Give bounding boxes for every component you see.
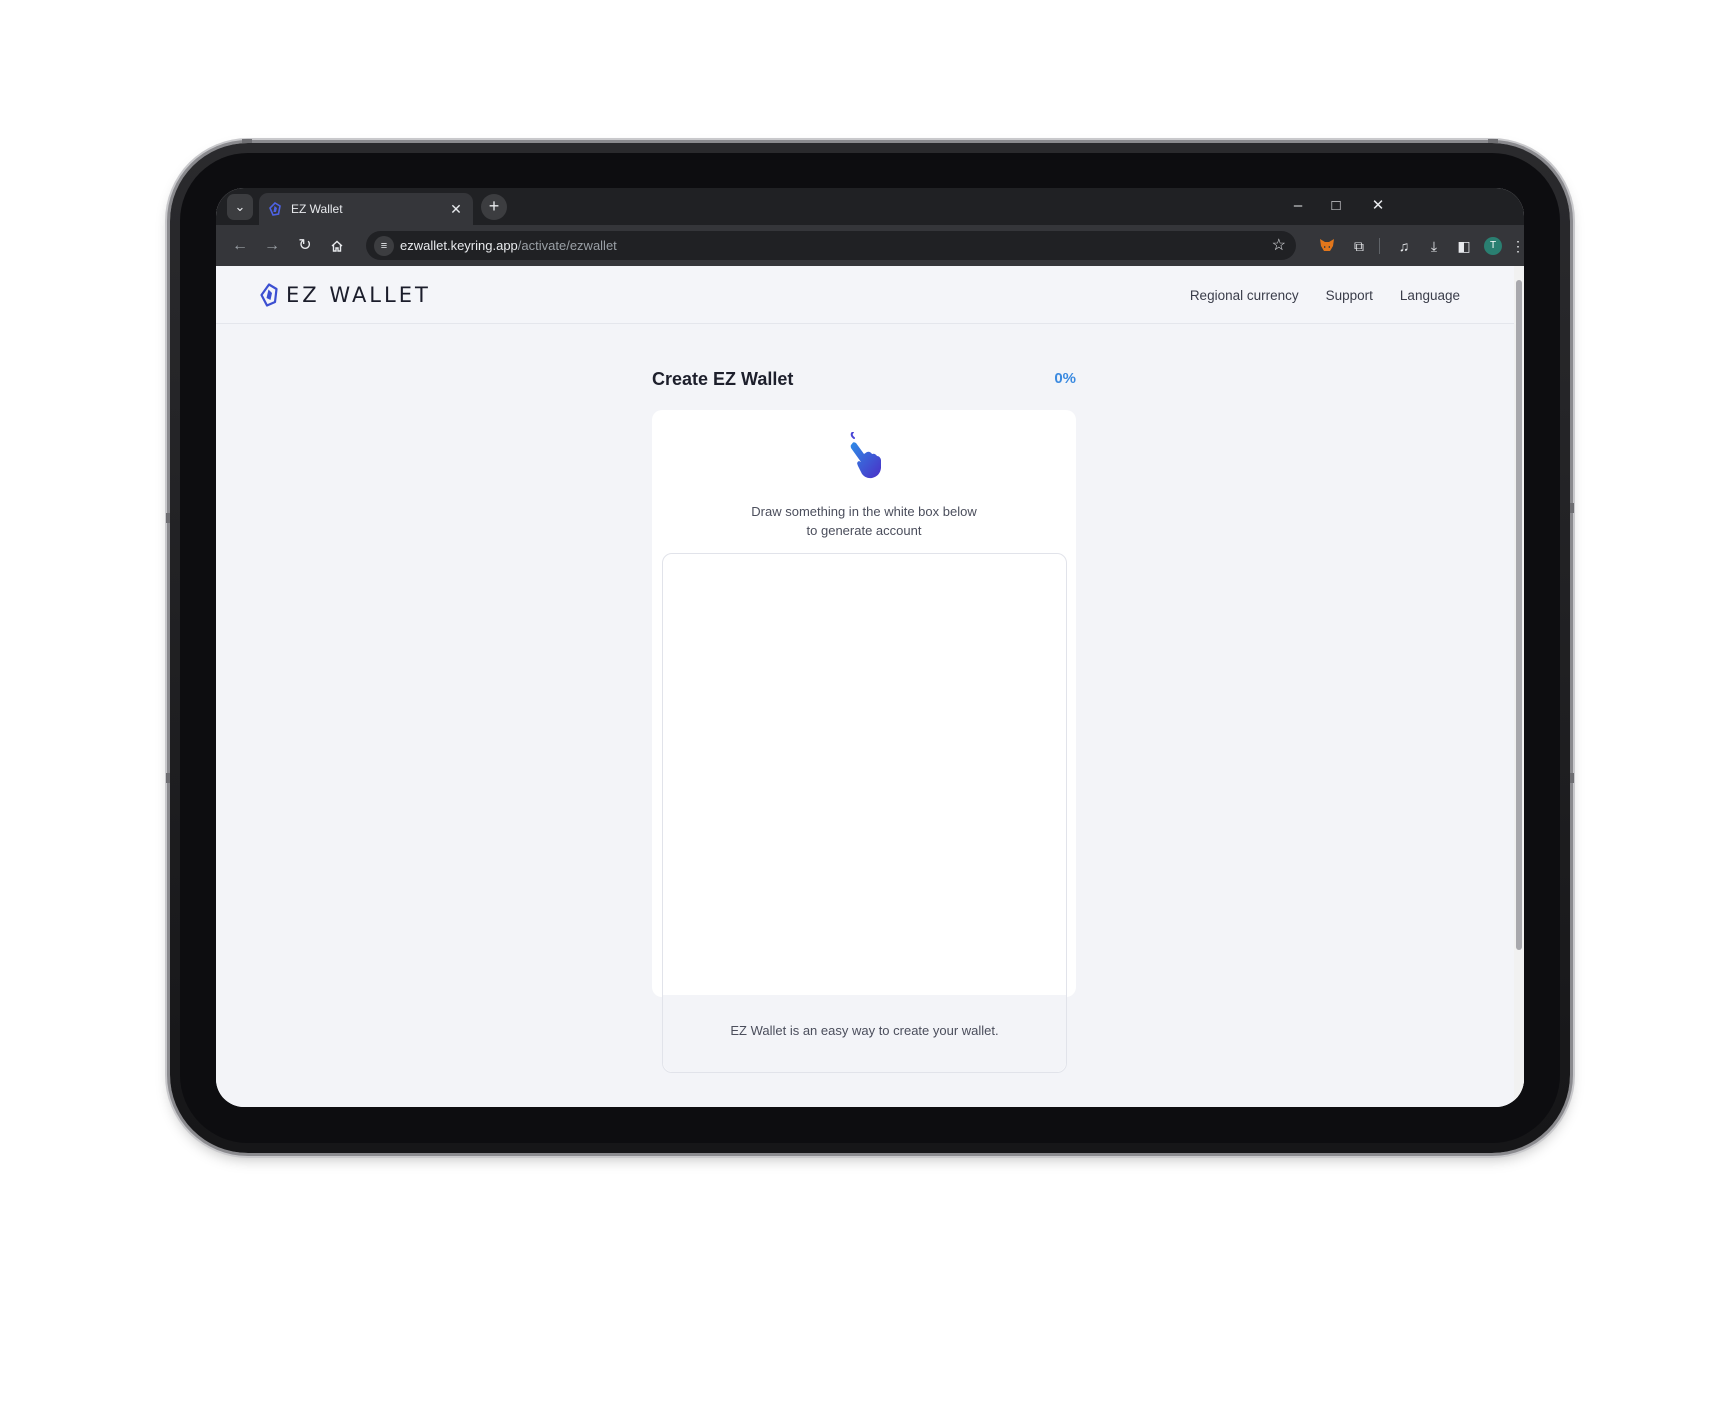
- maximize-button[interactable]: □: [1319, 193, 1353, 219]
- tablet-button: [166, 513, 170, 523]
- reload-icon: ↻: [298, 237, 312, 254]
- close-window-button[interactable]: ✕: [1361, 193, 1395, 219]
- site-header: EZ WALLET Regional currency Support Lang…: [216, 266, 1514, 324]
- regional-currency-link[interactable]: Regional currency: [1190, 288, 1299, 303]
- ez-wallet-logo[interactable]: EZ WALLET: [259, 283, 431, 307]
- more-vertical-icon: ⋮: [1511, 238, 1524, 254]
- home-button[interactable]: [324, 233, 350, 259]
- site-info-button[interactable]: ≡: [374, 236, 394, 256]
- tab-title: EZ Wallet: [291, 202, 343, 216]
- close-window-icon: ✕: [1371, 197, 1385, 214]
- drawing-area: EZ Wallet is an easy way to create your …: [662, 553, 1067, 1073]
- instruction-line-2: to generate account: [806, 523, 922, 538]
- browser-toolbar: ← → ↻ ≡ ezwallet.keyring.app/activate/ez…: [216, 225, 1524, 266]
- bookmark-star-icon[interactable]: ☆: [1272, 235, 1286, 255]
- queue-music-icon: ♫: [1398, 238, 1410, 254]
- create-wallet-card: Draw something in the white box below to…: [652, 410, 1076, 1073]
- address-bar[interactable]: ≡ ezwallet.keyring.app/activate/ezwallet…: [366, 231, 1296, 260]
- instruction-line-1: Draw something in the white box below: [751, 504, 977, 519]
- tablet-screen: ⌄ EZ Wallet ✕ + – □ ✕ ← → ↻ ≡ ezwallet.k…: [216, 188, 1524, 1107]
- arrow-right-icon: →: [264, 237, 280, 254]
- url-host: ezwallet.keyring.app: [400, 238, 518, 253]
- minimize-button[interactable]: –: [1281, 193, 1315, 219]
- forward-button[interactable]: →: [259, 233, 285, 259]
- url-text: ezwallet.keyring.app/activate/ezwallet: [400, 238, 617, 253]
- progress-percentage: 0%: [1054, 370, 1076, 387]
- close-icon[interactable]: ✕: [446, 201, 466, 218]
- side-panel-icon: ◧: [1457, 238, 1471, 254]
- metamask-extension-button[interactable]: [1314, 233, 1340, 259]
- fox-icon: [1320, 239, 1334, 251]
- logo-text: EZ WALLET: [286, 283, 431, 307]
- new-tab-button[interactable]: +: [481, 194, 507, 220]
- page-scrollbar[interactable]: [1514, 266, 1524, 1107]
- browser-tab-strip: ⌄ EZ Wallet ✕ + – □ ✕: [216, 188, 1524, 225]
- tablet-button: [1570, 773, 1574, 783]
- toolbar-divider: [1379, 238, 1380, 254]
- page-viewport: EZ WALLET Regional currency Support Lang…: [216, 266, 1524, 1107]
- tablet-button: [1570, 503, 1574, 513]
- tablet-button: [242, 139, 252, 143]
- download-icon: ⤓: [1430, 238, 1438, 254]
- draw-instructions: Draw something in the white box below to…: [652, 502, 1076, 540]
- back-button[interactable]: ←: [227, 233, 253, 259]
- tune-icon: ≡: [380, 240, 388, 252]
- drawing-footer: EZ Wallet is an easy way to create your …: [663, 995, 1066, 1072]
- header-nav: Regional currency Support Language: [1163, 288, 1460, 303]
- side-panel-button[interactable]: ◧: [1451, 233, 1477, 259]
- scrollbar-thumb[interactable]: [1516, 280, 1522, 950]
- url-path: /activate/ezwallet: [517, 238, 617, 253]
- drawing-canvas[interactable]: [663, 554, 1066, 995]
- arrow-left-icon: ←: [232, 237, 248, 254]
- ez-wallet-logo-icon: [260, 283, 278, 307]
- browser-menu-button[interactable]: ⋮: [1511, 233, 1524, 259]
- browser-tab-ez-wallet[interactable]: EZ Wallet ✕: [259, 193, 473, 225]
- minimize-icon: –: [1293, 197, 1303, 214]
- maximize-icon: □: [1331, 197, 1341, 214]
- page-title: Create EZ Wallet: [652, 369, 794, 389]
- tab-search-button[interactable]: ⌄: [227, 194, 253, 220]
- home-icon: [331, 240, 343, 252]
- media-control-button[interactable]: ♫: [1391, 233, 1417, 259]
- chevron-down-icon: ⌄: [234, 199, 246, 214]
- tablet-button: [166, 773, 170, 783]
- title-row: Create EZ Wallet 0%: [652, 369, 1076, 393]
- language-link[interactable]: Language: [1400, 288, 1460, 303]
- ez-wallet-favicon-icon: [269, 202, 281, 216]
- footer-text: EZ Wallet is an easy way to create your …: [730, 1023, 999, 1038]
- pointing-hand-icon: [850, 432, 881, 479]
- tablet-button: [1488, 139, 1498, 143]
- reload-button[interactable]: ↻: [292, 233, 318, 259]
- downloads-button[interactable]: ⤓: [1421, 233, 1447, 259]
- support-link[interactable]: Support: [1326, 288, 1373, 303]
- extensions-button[interactable]: ⧉: [1346, 233, 1372, 259]
- profile-avatar[interactable]: T: [1484, 237, 1502, 255]
- plus-icon: +: [488, 196, 500, 216]
- puzzle-icon: ⧉: [1354, 238, 1364, 254]
